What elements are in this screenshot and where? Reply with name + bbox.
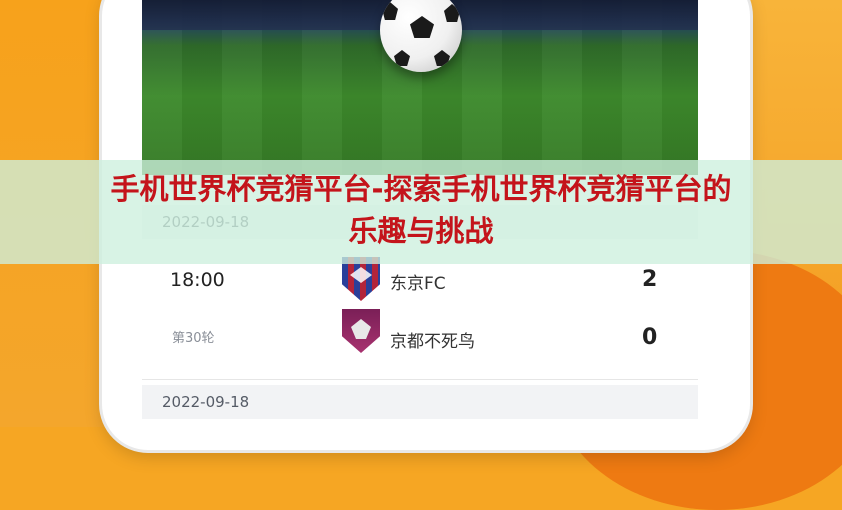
divider bbox=[142, 379, 698, 380]
match-card[interactable]: 18:00 第30轮 东京FC 2 京都不死鸟 0 bbox=[142, 257, 698, 377]
away-team-name: 京都不死鸟 bbox=[390, 332, 475, 352]
match-time: 18:00 bbox=[170, 269, 225, 291]
date-label: 2022-09-18 bbox=[162, 393, 250, 411]
match-round: 第30轮 bbox=[172, 331, 215, 346]
kyoto-sanga-crest-icon bbox=[342, 309, 380, 353]
stadium-pitch-image bbox=[142, 0, 698, 175]
page-title-line-2: 乐趣与挑战 bbox=[348, 214, 494, 248]
soccer-ball-icon bbox=[380, 0, 462, 72]
away-team-score: 0 bbox=[642, 325, 658, 350]
page-title: 手机世界杯竞猜平台-探索手机世界杯竞猜平台的 乐趣与挑战 bbox=[0, 168, 842, 252]
home-team-name: 东京FC bbox=[390, 274, 446, 294]
page-title-line-1: 手机世界杯竞猜平台-探索手机世界杯竞猜平台的 bbox=[110, 172, 732, 206]
date-header: 2022-09-18 bbox=[142, 385, 698, 419]
home-team-score: 2 bbox=[642, 267, 658, 292]
